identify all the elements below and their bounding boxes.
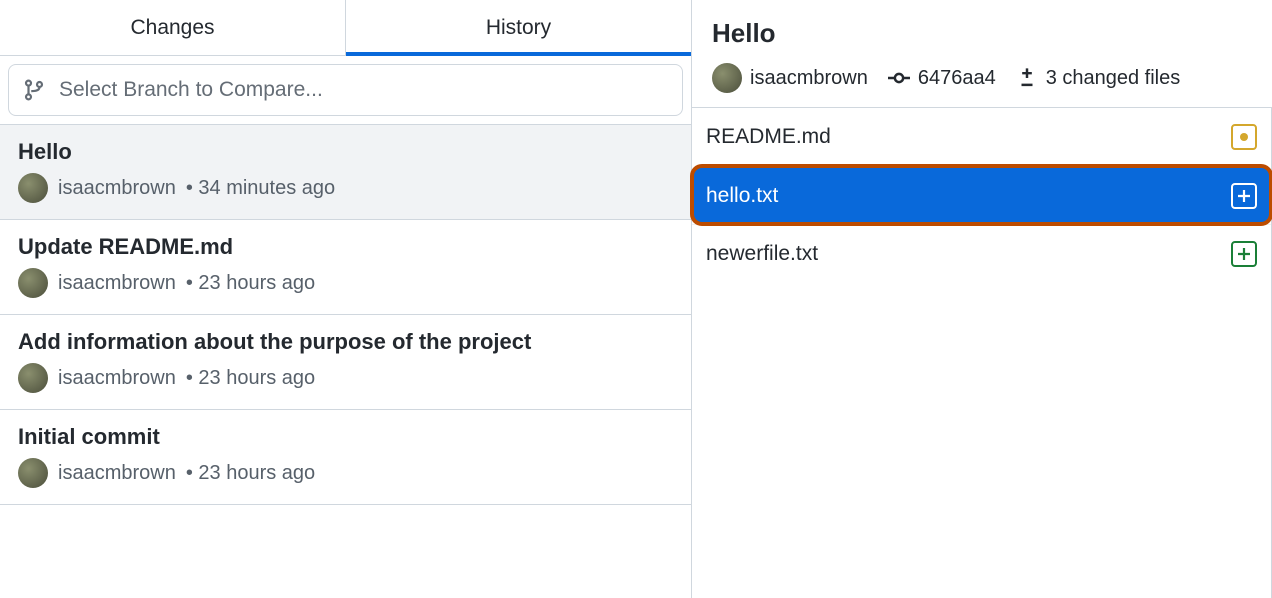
diff-icon [1016, 67, 1038, 89]
avatar [18, 458, 48, 488]
commit-time: 23 hours ago [186, 272, 315, 295]
commit-detail-title: Hello [712, 18, 1252, 49]
commit-meta: isaacmbrown 34 minutes ago [18, 173, 673, 203]
commit-meta: isaacmbrown 23 hours ago [18, 268, 673, 298]
commit-row[interactable]: Update README.md isaacmbrown 23 hours ago [0, 220, 691, 315]
commit-icon [888, 67, 910, 89]
avatar [18, 363, 48, 393]
file-name: hello.txt [706, 184, 778, 208]
changed-files-count: 3 changed files [1046, 67, 1181, 90]
file-name: README.md [706, 125, 831, 149]
tab-history[interactable]: History [346, 0, 691, 55]
changed-files-group[interactable]: 3 changed files [1016, 67, 1181, 90]
changed-file-list: README.md hello.txt newerfile.txt [692, 108, 1272, 598]
file-name: newerfile.txt [706, 242, 818, 266]
tab-history-label: History [486, 16, 551, 40]
commit-author: isaacmbrown [750, 67, 868, 90]
commit-author: isaacmbrown [58, 177, 176, 200]
commit-title: Add information about the purpose of the… [18, 329, 673, 355]
avatar [18, 268, 48, 298]
tab-changes[interactable]: Changes [0, 0, 346, 55]
right-panel: Hello isaacmbrown 6476aa4 3 changed f [692, 0, 1272, 598]
commit-row[interactable]: Initial commit isaacmbrown 23 hours ago [0, 410, 691, 505]
tab-changes-label: Changes [130, 16, 214, 40]
commit-meta: isaacmbrown 23 hours ago [18, 363, 673, 393]
commit-title: Hello [18, 139, 673, 165]
commit-time: 23 hours ago [186, 367, 315, 390]
commit-sha-group[interactable]: 6476aa4 [888, 67, 996, 90]
avatar [712, 63, 742, 93]
file-row[interactable]: README.md [692, 108, 1271, 166]
commit-detail-meta: isaacmbrown 6476aa4 3 changed files [712, 63, 1252, 93]
branch-compare-placeholder: Select Branch to Compare... [59, 78, 323, 102]
commit-meta: isaacmbrown 23 hours ago [18, 458, 673, 488]
git-branch-icon [23, 79, 45, 101]
branch-compare-select[interactable]: Select Branch to Compare... [8, 64, 683, 116]
commit-time: 23 hours ago [186, 462, 315, 485]
left-panel: Changes History Select Branch to Compare… [0, 0, 692, 598]
avatar [18, 173, 48, 203]
file-status-modified-icon [1231, 124, 1257, 150]
branch-compare-row: Select Branch to Compare... [0, 56, 691, 124]
commit-author: isaacmbrown [58, 272, 176, 295]
commit-title: Initial commit [18, 424, 673, 450]
commit-row[interactable]: Add information about the purpose of the… [0, 315, 691, 410]
commit-title: Update README.md [18, 234, 673, 260]
right-body: README.md hello.txt newerfile.txt [692, 108, 1272, 598]
commit-sha: 6476aa4 [918, 67, 996, 90]
app-root: Changes History Select Branch to Compare… [0, 0, 1272, 598]
commit-author-group: isaacmbrown [712, 63, 868, 93]
commit-row[interactable]: Hello isaacmbrown 34 minutes ago [0, 124, 691, 220]
tabs: Changes History [0, 0, 691, 56]
file-row[interactable]: newerfile.txt [692, 224, 1271, 282]
commit-list: Hello isaacmbrown 34 minutes ago Update REA… [0, 124, 691, 598]
file-row[interactable]: hello.txt [692, 166, 1271, 224]
commit-time: 34 minutes ago [186, 177, 335, 200]
commit-detail-header: Hello isaacmbrown 6476aa4 3 changed f [692, 0, 1272, 108]
commit-author: isaacmbrown [58, 367, 176, 390]
file-status-added-icon [1231, 183, 1257, 209]
file-status-added-icon [1231, 241, 1257, 267]
commit-author: isaacmbrown [58, 462, 176, 485]
